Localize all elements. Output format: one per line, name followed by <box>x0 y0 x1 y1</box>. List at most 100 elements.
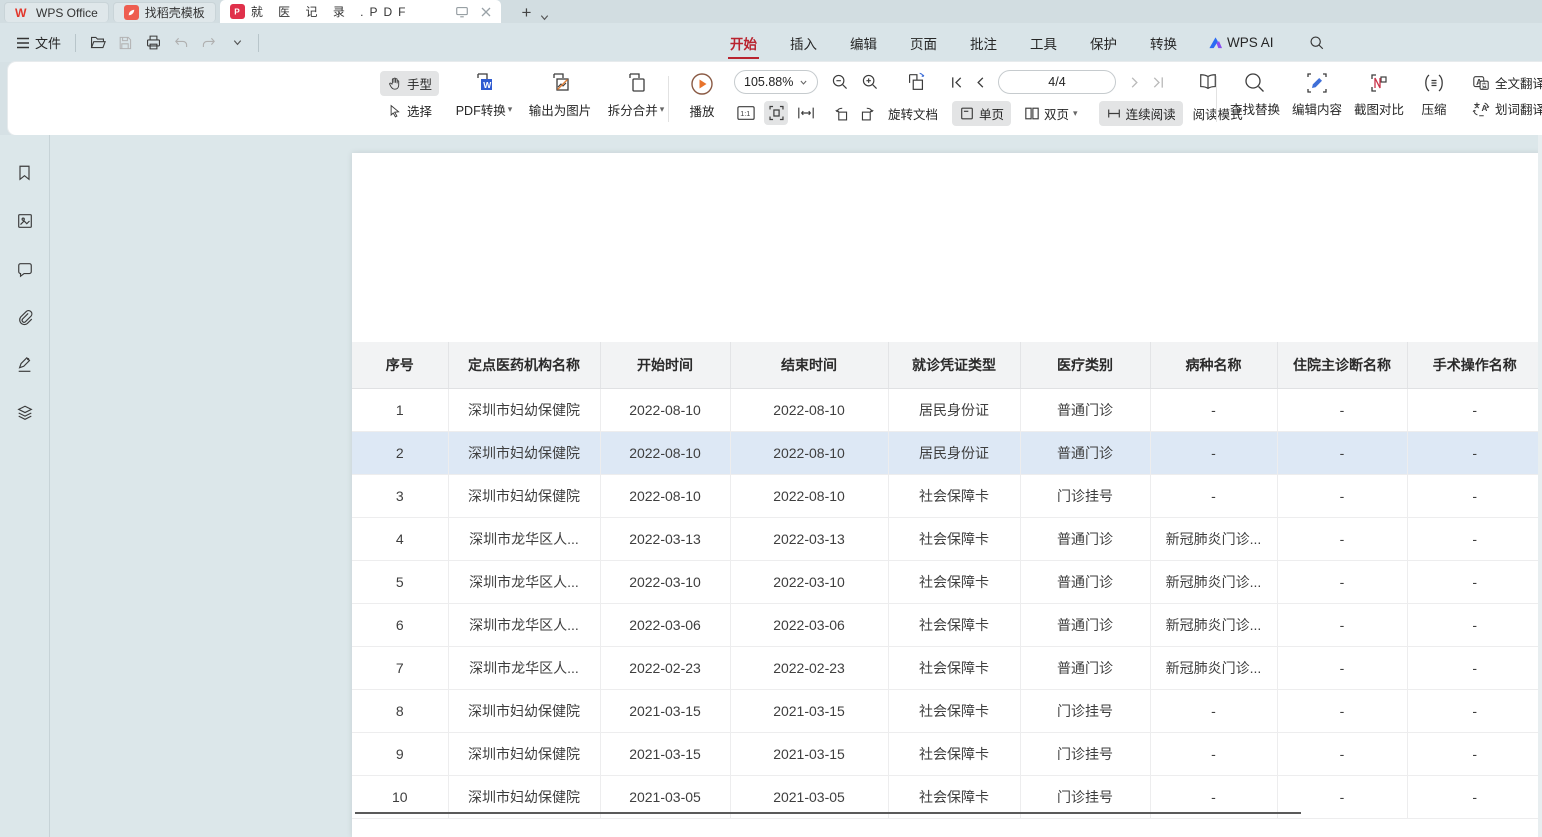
tab-list-chevron-icon[interactable] <box>539 12 550 23</box>
svg-text:A: A <box>1481 103 1487 112</box>
tab-edit[interactable]: 编辑 <box>848 24 879 62</box>
search-icon[interactable] <box>1309 35 1325 51</box>
fit-page-button[interactable] <box>764 101 788 125</box>
last-page-button[interactable] <box>1146 70 1170 94</box>
tab-label: 就 医 记 录 .PDF <box>251 3 412 20</box>
double-page-button[interactable]: 双页 ▾ <box>1017 101 1085 126</box>
tab-page[interactable]: 页面 <box>908 24 939 62</box>
screenshot-compare-button[interactable]: 截图对比 <box>1348 65 1410 118</box>
rotate-pages-icon[interactable] <box>904 70 928 94</box>
actual-size-button[interactable]: 1:1 <box>734 101 758 125</box>
table-cell: 7 <box>352 646 448 689</box>
rotate-doc-label[interactable]: 旋转文档 <box>888 104 938 123</box>
tab-home[interactable]: 开始 <box>728 24 759 62</box>
pdf-convert-button[interactable]: W PDF转换▾ <box>446 67 522 119</box>
zoom-in-button[interactable] <box>858 70 882 94</box>
table-cell: 新冠肺炎门诊... <box>1150 646 1277 689</box>
new-tab-button[interactable]: + <box>515 3 537 23</box>
window-tab-bar: W WPS Office 找稻壳模板 P 就 医 记 录 .PDF + <box>0 0 1542 23</box>
compress-button[interactable]: 压缩 <box>1410 65 1458 118</box>
table-cell: - <box>1277 603 1407 646</box>
undo-icon[interactable] <box>168 31 194 55</box>
word-translation-icon: A <box>1472 100 1490 118</box>
table-cell: 8 <box>352 689 448 732</box>
next-page-button[interactable] <box>1122 70 1146 94</box>
zoom-level-select[interactable]: 105.88% <box>734 70 818 94</box>
save-icon[interactable] <box>112 31 138 55</box>
continuous-reading-icon <box>1106 106 1122 121</box>
comments-icon[interactable] <box>12 256 38 282</box>
attachments-icon[interactable] <box>12 304 38 330</box>
table-cell: - <box>1150 732 1277 775</box>
export-image-button[interactable]: 输出为图片 <box>522 67 598 119</box>
table-cell: 普通门诊 <box>1020 388 1150 431</box>
wps-ai-button[interactable]: WPS AI <box>1208 35 1274 50</box>
table-cell: 2021-03-15 <box>600 732 730 775</box>
column-header: 序号 <box>352 342 448 388</box>
print-icon[interactable] <box>140 31 166 55</box>
close-tab-icon[interactable] <box>477 3 495 21</box>
tab-convert[interactable]: 转换 <box>1148 24 1179 62</box>
tab-tools[interactable]: 工具 <box>1028 24 1059 62</box>
fit-width-button[interactable] <box>794 101 818 125</box>
find-replace-icon <box>1243 71 1267 95</box>
edit-content-button[interactable]: 编辑内容 <box>1286 65 1348 118</box>
single-page-button[interactable]: 单页 <box>952 101 1011 126</box>
table-cell: 4 <box>352 517 448 560</box>
thumbnails-icon[interactable] <box>12 208 38 234</box>
table-cell: - <box>1277 474 1407 517</box>
chevron-down-icon: ▾ <box>508 104 513 115</box>
tab-comment[interactable]: 批注 <box>968 24 999 62</box>
table-cell: 居民身份证 <box>888 431 1020 474</box>
wps-office-window: W WPS Office 找稻壳模板 P 就 医 记 录 .PDF + <box>0 0 1542 837</box>
tab-protect[interactable]: 保护 <box>1088 24 1119 62</box>
table-cell: 普通门诊 <box>1020 646 1150 689</box>
monitor-icon[interactable] <box>453 3 471 21</box>
table-row: 3 深圳市妇幼保健院 2022-08-10 2022-08-10 社会保障卡 门… <box>352 474 1542 517</box>
tab-wps-office[interactable]: W WPS Office <box>4 2 109 22</box>
play-button[interactable]: 播放 <box>680 65 724 120</box>
select-tool-button[interactable]: 选择 <box>380 98 439 123</box>
redo-icon[interactable] <box>196 31 222 55</box>
table-cell: - <box>1277 517 1407 560</box>
rotate-right-button[interactable] <box>856 101 880 125</box>
vertical-scrollbar[interactable] <box>1538 135 1542 837</box>
tab-docer-templates[interactable]: 找稻壳模板 <box>113 2 216 22</box>
qat-more-chevron-icon[interactable] <box>224 31 250 55</box>
table-cell: 普通门诊 <box>1020 560 1150 603</box>
signature-icon[interactable] <box>12 352 38 378</box>
continuous-reading-button[interactable]: 连续阅读 <box>1099 101 1183 126</box>
table-cell: - <box>1150 431 1277 474</box>
full-translation-button[interactable]: A 全文翻译 <box>1472 73 1542 92</box>
hand-tool-button[interactable]: 手型 <box>380 71 439 96</box>
table-cell: 2022-03-06 <box>730 603 888 646</box>
bookmarks-icon[interactable] <box>12 160 38 186</box>
table-cell: 新冠肺炎门诊... <box>1150 603 1277 646</box>
page-indicator-input[interactable]: 4/4 <box>998 70 1116 94</box>
previous-page-button[interactable] <box>968 70 992 94</box>
table-cell: 社会保障卡 <box>888 603 1020 646</box>
tab-document-active[interactable]: P 就 医 记 录 .PDF <box>220 0 502 23</box>
tab-insert[interactable]: 插入 <box>788 24 819 62</box>
layers-icon[interactable] <box>12 400 38 426</box>
split-merge-button[interactable]: 拆分合并▾ <box>598 67 674 119</box>
find-replace-button[interactable]: 查找替换 <box>1224 65 1286 118</box>
table-cell: 社会保障卡 <box>888 646 1020 689</box>
table-cell: 深圳市龙华区人... <box>448 560 600 603</box>
first-page-button[interactable] <box>944 70 968 94</box>
table-cell: - <box>1277 431 1407 474</box>
wps-logo-icon: W <box>15 5 30 20</box>
tab-label: WPS Office <box>36 6 98 20</box>
rotate-left-button[interactable] <box>828 101 852 125</box>
wps-ai-logo-icon <box>1208 36 1223 50</box>
open-file-icon[interactable] <box>84 31 110 55</box>
word-translation-button[interactable]: A 划词翻译 ▾ <box>1472 99 1542 118</box>
column-header: 定点医药机构名称 <box>448 342 600 388</box>
column-header: 开始时间 <box>600 342 730 388</box>
file-menu-button[interactable]: 文件 <box>10 29 67 56</box>
zoom-out-button[interactable] <box>828 70 852 94</box>
divider <box>1216 76 1217 122</box>
table-cell: - <box>1407 474 1542 517</box>
table-cell: - <box>1277 646 1407 689</box>
table-cell: 深圳市妇幼保健院 <box>448 431 600 474</box>
